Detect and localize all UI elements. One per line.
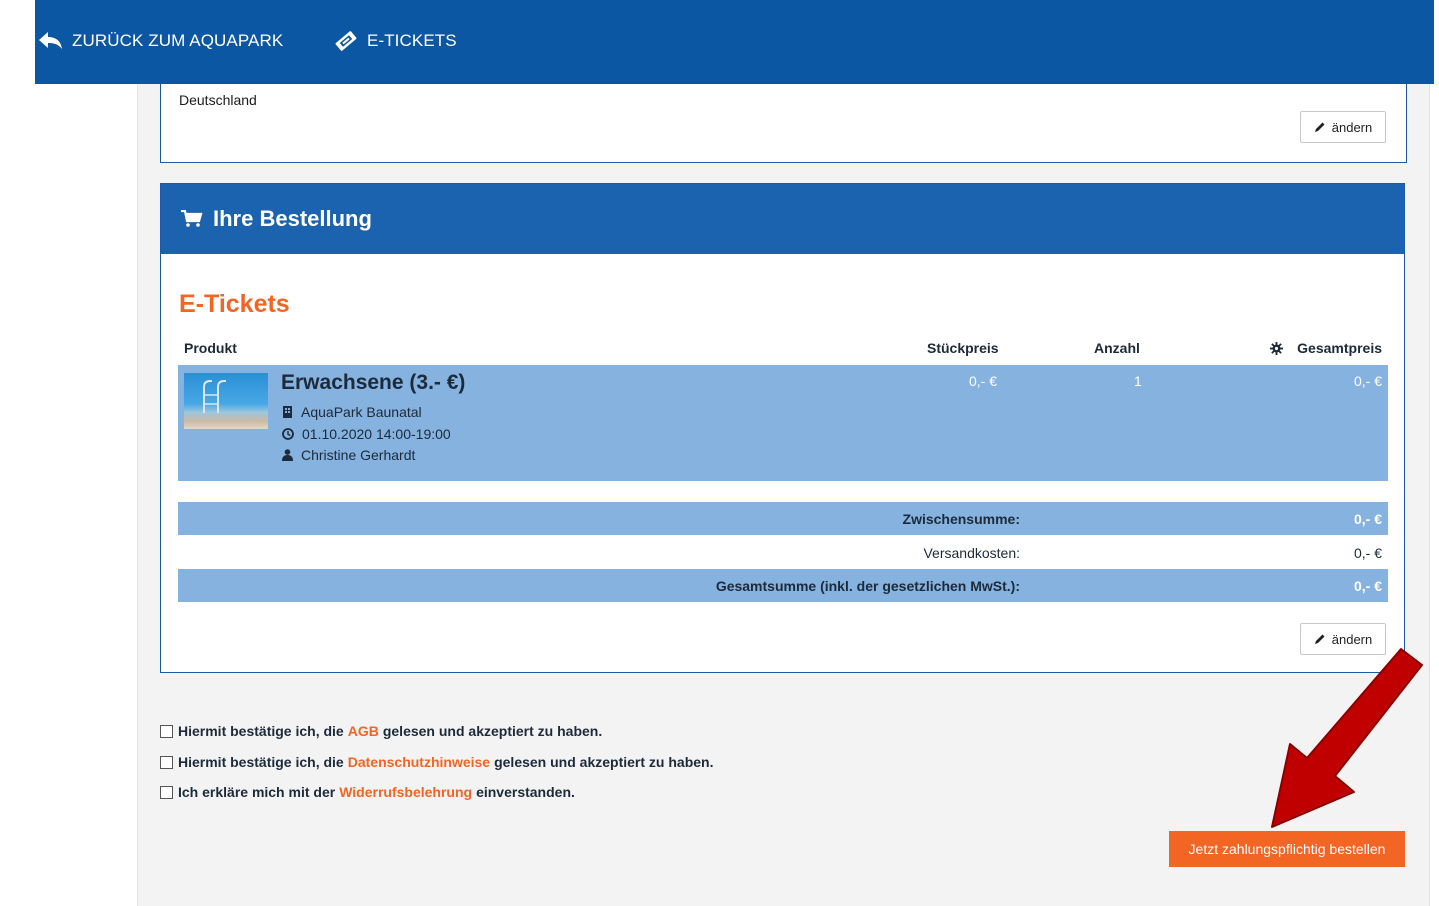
column-product: Produkt	[184, 340, 237, 356]
user-icon	[282, 449, 293, 461]
consent-agb: Hiermit bestätige ich, die AGB gelesen u…	[160, 723, 602, 739]
shopping-cart-icon	[181, 210, 203, 227]
back-to-aquapark-label: ZURÜCK ZUM AQUAPARK	[72, 31, 284, 50]
consent-privacy: Hiermit bestätige ich, die Datenschutzhi…	[160, 754, 713, 770]
consent-withdrawal-text-after: einverstanden.	[476, 784, 575, 800]
red-arrow-annotation	[1271, 648, 1423, 828]
product-datetime: 01.10.2020 14:00-19:00	[282, 426, 451, 442]
order-title: Ihre Bestellung	[213, 206, 372, 231]
edit-address-label: ändern	[1331, 119, 1373, 135]
ticket-icon	[335, 31, 357, 51]
consent-agb-text-after: gelesen und akzeptiert zu haben.	[382, 723, 603, 739]
address-country: Deutschland	[179, 92, 257, 108]
subtotal-label: Zwischensumme:	[902, 511, 1020, 527]
consent-withdrawal-text-before: Ich erkläre mich mit der	[178, 784, 336, 800]
column-unit-price: Stückpreis	[927, 340, 999, 356]
consent-withdrawal: Ich erkläre mich mit der Widerrufsbelehr…	[160, 784, 575, 800]
back-to-aquapark-link[interactable]: ZURÜCK ZUM AQUAPARK	[39, 31, 283, 51]
subtotal-row: Zwischensumme: 0,- €	[178, 502, 1388, 535]
e-tickets-link[interactable]: E-TICKETS	[334, 31, 457, 51]
reply-arrow-icon	[39, 32, 62, 49]
order-header: Ihre Bestellung	[161, 184, 1404, 254]
withdrawal-checkbox[interactable]	[160, 785, 173, 799]
consent-privacy-text-before: Hiermit bestätige ich, die	[178, 754, 344, 770]
grand-total-value: 0,- €	[1353, 578, 1382, 594]
product-name: Erwachsene (3.- €)	[281, 371, 466, 394]
item-total-price: 0,- €	[1353, 373, 1382, 389]
shipping-row: Versandkosten: 0,- €	[178, 536, 1388, 569]
building-icon	[283, 406, 292, 418]
consent-privacy-text-after: gelesen und akzeptiert zu haben.	[494, 754, 714, 770]
agb-link[interactable]: AGB	[348, 723, 379, 739]
product-thumbnail	[184, 373, 268, 429]
grand-total-row: Gesamtsumme (inkl. der gesetzlichen MwSt…	[178, 569, 1388, 602]
e-tickets-label: E-TICKETS	[367, 31, 457, 50]
subtotal-value: 0,- €	[1353, 511, 1382, 527]
shipping-value: 0,- €	[1353, 545, 1382, 561]
column-total-label: Gesamtpreis	[1297, 340, 1382, 356]
item-unit-price: 0,- €	[969, 373, 998, 389]
product-person-text: Christine Gerhardt	[301, 447, 416, 463]
address-card: Deutschland ändern	[160, 84, 1407, 163]
privacy-link[interactable]: Datenschutzhinweise	[348, 754, 490, 770]
column-total: Gesamtpreis	[1270, 340, 1382, 356]
privacy-checkbox[interactable]	[160, 755, 173, 769]
product-datetime-text: 01.10.2020 14:00-19:00	[302, 426, 451, 442]
gear-icon	[1270, 341, 1284, 355]
shipping-label: Versandkosten:	[923, 545, 1020, 561]
item-quantity: 1	[1134, 373, 1142, 389]
e-tickets-section-title: E-Tickets	[179, 290, 290, 318]
grand-total-label: Gesamtsumme (inkl. der gesetzlichen MwSt…	[715, 578, 1020, 594]
top-nav-bar: ZURÜCK ZUM AQUAPARK E-TICKETS	[35, 0, 1434, 84]
edit-address-button[interactable]: ändern	[1300, 111, 1386, 143]
order-card: Ihre Bestellung E-Tickets Produkt Stückp…	[160, 183, 1405, 673]
order-item-row: Erwachsene (3.- €) AquaPark Baunatal 01.…	[178, 365, 1388, 481]
pencil-icon	[1314, 634, 1325, 644]
column-quantity: Anzahl	[1094, 340, 1140, 356]
withdrawal-link[interactable]: Widerrufsbelehrung	[339, 784, 472, 800]
product-location-text: AquaPark Baunatal	[301, 404, 422, 420]
agb-checkbox[interactable]	[160, 724, 173, 738]
place-order-button[interactable]: Jetzt zahlungspflichtig bestellen	[1169, 831, 1405, 867]
clock-icon	[282, 428, 294, 440]
product-location: AquaPark Baunatal	[282, 404, 422, 420]
pencil-icon	[1314, 122, 1325, 132]
consent-agb-text-before: Hiermit bestätige ich, die	[178, 723, 344, 739]
product-person: Christine Gerhardt	[282, 447, 415, 463]
